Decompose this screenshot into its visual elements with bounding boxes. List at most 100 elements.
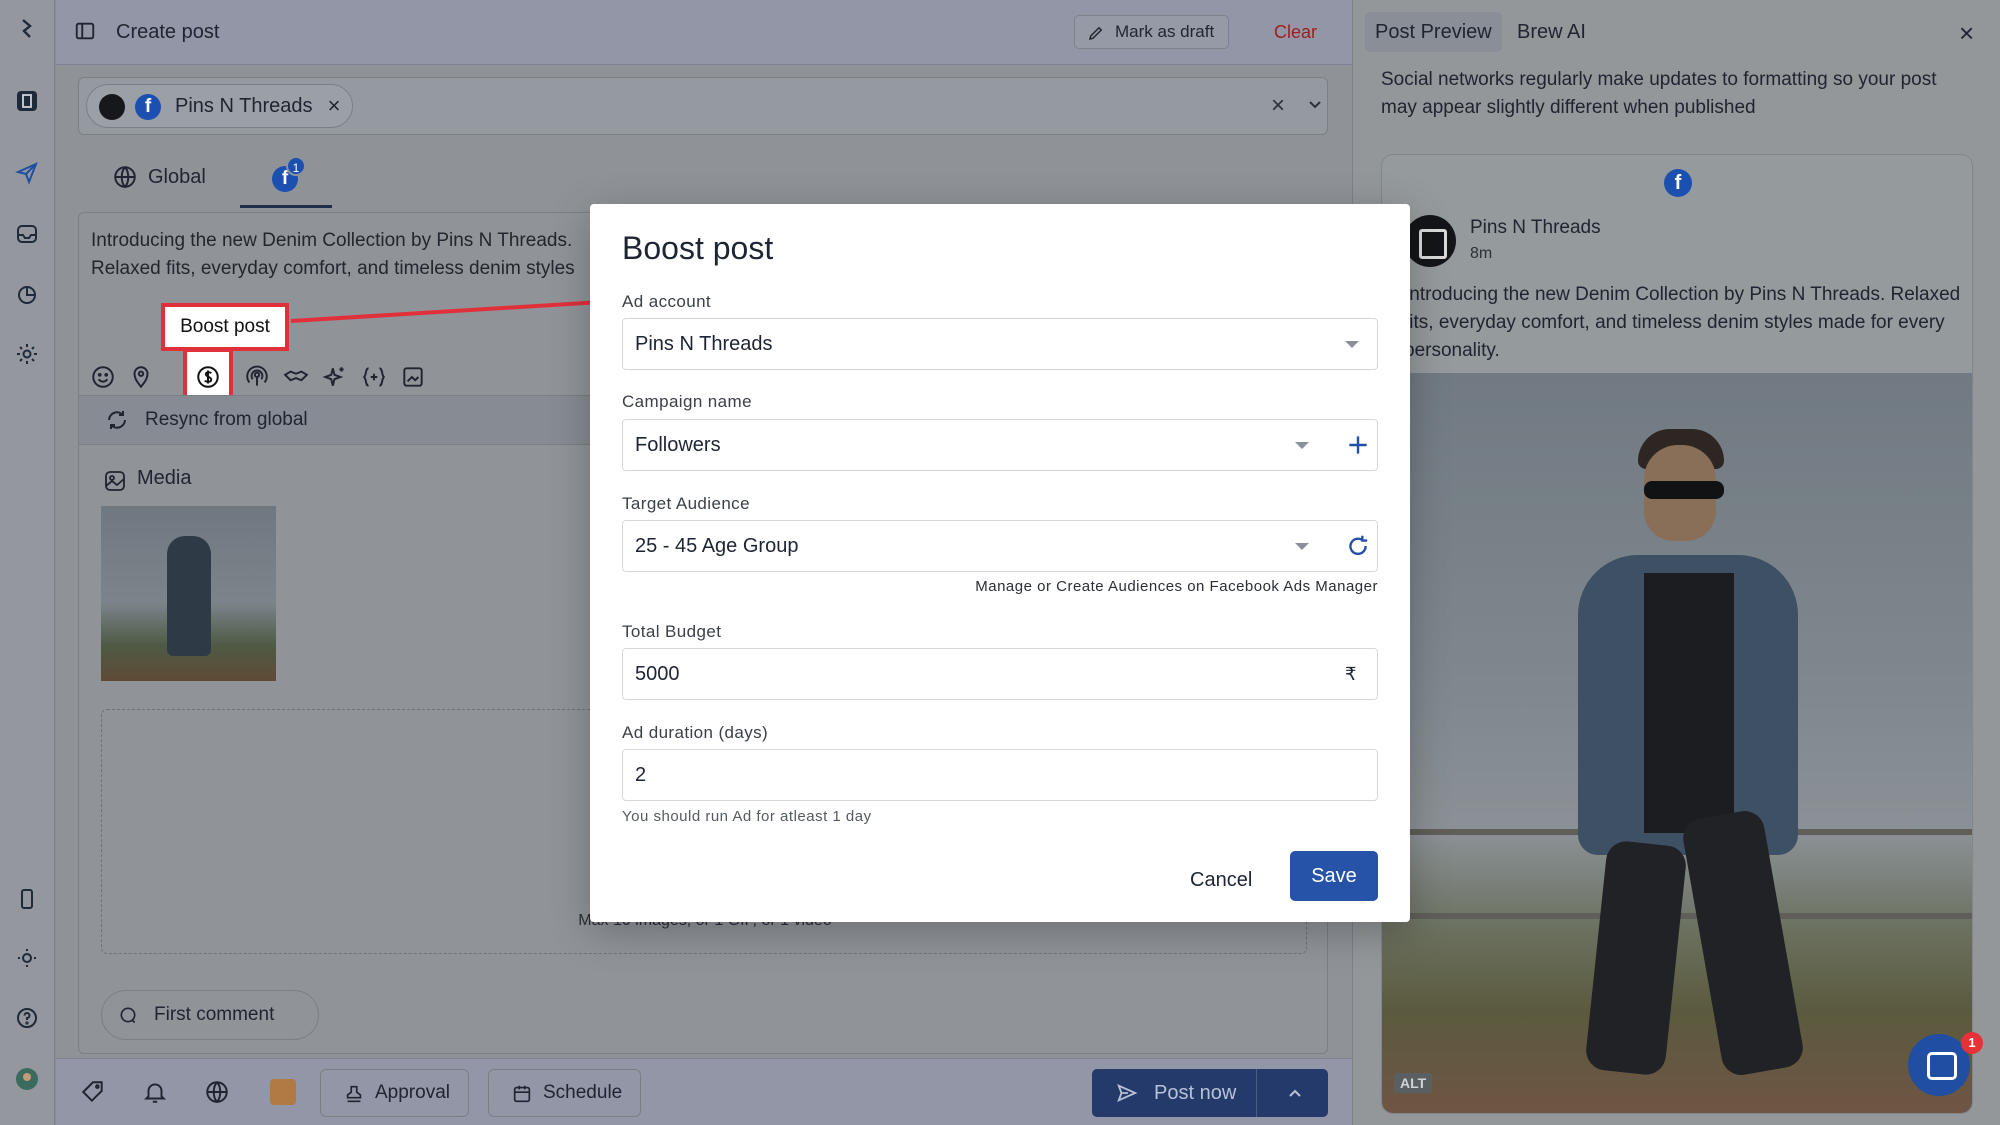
remove-account-icon[interactable]: × — [328, 85, 341, 127]
chevron-down-icon — [1295, 442, 1309, 449]
variables-icon[interactable] — [360, 363, 388, 391]
boost-dollar-icon[interactable] — [194, 363, 222, 391]
close-icon[interactable]: × — [1959, 18, 1974, 49]
post-text[interactable]: Introducing the new Denim Collection by … — [91, 227, 651, 283]
clear-accounts-icon[interactable]: × — [1271, 92, 1285, 120]
left-nav-rail — [0, 0, 55, 1125]
user-avatar[interactable] — [12, 1064, 42, 1094]
save-button[interactable]: Save — [1290, 851, 1378, 901]
tag-icon[interactable] — [80, 1079, 106, 1105]
sync-icon — [108, 411, 126, 429]
boost-post-modal: Boost post Ad account Pins N Threads Cam… — [590, 204, 1410, 922]
target-audience-select[interactable]: 25 - 45 Age Group — [622, 520, 1378, 572]
total-budget-value: 5000 — [635, 663, 680, 685]
location-icon[interactable] — [127, 363, 155, 391]
mark-as-draft-label: Mark as draft — [1115, 22, 1215, 41]
alt-text-badge[interactable]: ALT — [1394, 1073, 1433, 1093]
account-selector[interactable]: f Pins N Threads × × — [78, 77, 1328, 135]
account-chip[interactable]: f Pins N Threads × — [86, 84, 354, 128]
facebook-icon: f — [1664, 169, 1692, 197]
sidebar-toggle-icon[interactable] — [74, 20, 96, 42]
post-text-line: Introducing the new Denim Collection by … — [91, 230, 573, 251]
manage-audiences-link[interactable]: Manage or Create Audiences on Facebook A… — [622, 578, 1378, 595]
post-now-button[interactable]: Post now — [1092, 1069, 1328, 1117]
brand-book-icon[interactable] — [12, 86, 42, 116]
chat-unread-badge: 1 — [1961, 1032, 1983, 1054]
mobile-icon[interactable] — [12, 884, 42, 914]
globe-icon — [114, 166, 136, 189]
clear-button[interactable]: Clear — [1274, 22, 1317, 43]
color-label-swatch[interactable] — [270, 1079, 296, 1105]
total-budget-input[interactable]: 5000 ₹ — [622, 648, 1378, 700]
analytics-icon[interactable] — [12, 279, 42, 309]
podcast-icon[interactable] — [243, 363, 271, 391]
chevron-up-icon[interactable] — [1287, 1085, 1303, 1101]
mark-as-draft-button[interactable]: Mark as draft — [1074, 15, 1230, 49]
schedule-button[interactable]: Schedule — [488, 1069, 642, 1117]
total-budget-label: Total Budget — [622, 622, 722, 641]
post-preview-panel: Post Preview Brew AI × Social networks r… — [1352, 0, 2000, 1125]
preview-post-image: ALT — [1382, 373, 1972, 1113]
ad-duration-hint: You should run Ad for atleast 1 day — [622, 808, 872, 825]
ad-account-label: Ad account — [622, 292, 712, 311]
schedule-label: Schedule — [543, 1082, 623, 1103]
preview-note: Social networks regularly make updates t… — [1381, 69, 1937, 118]
globe-icon[interactable] — [204, 1079, 230, 1105]
facebook-icon: f — [135, 94, 161, 120]
boost-post-callout: Boost post — [161, 303, 289, 351]
theme-icon[interactable] — [12, 943, 42, 973]
button-divider — [1256, 1069, 1257, 1117]
campaign-name-value: Followers — [635, 434, 721, 456]
ad-account-select[interactable]: Pins N Threads — [622, 318, 1378, 370]
first-comment-label: First comment — [154, 1004, 275, 1025]
chevron-down-icon[interactable] — [1307, 96, 1323, 112]
resync-label: Resync from global — [145, 409, 308, 430]
approval-button[interactable]: Approval — [320, 1069, 469, 1117]
notification-bell-icon[interactable] — [142, 1079, 168, 1105]
media-label: Media — [137, 467, 192, 489]
page-name: Pins N Threads — [1470, 217, 1601, 238]
ad-account-value: Pins N Threads — [635, 333, 773, 355]
post-text-line: Relaxed fits, everyday comfort, and time… — [91, 258, 575, 279]
account-avatar — [99, 94, 125, 120]
tab-post-preview[interactable]: Post Preview — [1365, 12, 1502, 52]
modal-title: Boost post — [622, 230, 774, 266]
post-now-label: Post now — [1154, 1082, 1237, 1104]
app-logo-icon[interactable] — [12, 14, 42, 44]
send-icon[interactable] — [12, 158, 42, 188]
media-library-icon[interactable] — [399, 363, 427, 391]
add-campaign-icon[interactable] — [1345, 432, 1371, 458]
facebook-preview-card: f Pins N Threads 8m Introducing the new … — [1381, 154, 1973, 1114]
chevron-down-icon — [1345, 341, 1359, 348]
currency-symbol: ₹ — [1345, 664, 1357, 684]
ad-duration-label: Ad duration (days) — [622, 723, 769, 742]
page-title: Create post — [116, 20, 220, 43]
target-audience-value: 25 - 45 Age Group — [635, 535, 799, 557]
post-time: 8m — [1470, 245, 1493, 262]
tab-brew-ai[interactable]: Brew AI — [1517, 12, 1586, 52]
settings-icon[interactable] — [12, 339, 42, 369]
ad-duration-value: 2 — [635, 764, 647, 786]
campaign-name-select[interactable]: Followers — [622, 419, 1378, 471]
tab-global[interactable]: Global — [112, 166, 206, 189]
pencil-icon — [1088, 26, 1103, 41]
account-chip-label: Pins N Threads — [175, 95, 313, 117]
help-icon[interactable] — [12, 1003, 42, 1033]
page-avatar — [1404, 215, 1456, 267]
inbox-icon[interactable] — [12, 219, 42, 249]
target-audience-label: Target Audience — [622, 494, 750, 513]
image-icon — [105, 471, 125, 491]
ai-sparkle-icon[interactable] — [321, 363, 349, 391]
media-thumbnail[interactable] — [101, 506, 276, 681]
stamp-icon — [346, 1085, 362, 1103]
emoji-icon[interactable] — [89, 363, 117, 391]
tab-facebook[interactable]: f 1 — [240, 156, 332, 208]
editor-footer: Approval Schedule Post now — [56, 1058, 1352, 1125]
refresh-icon[interactable] — [1345, 533, 1371, 559]
cancel-button[interactable]: Cancel — [1180, 856, 1262, 904]
first-comment-button[interactable]: First comment — [101, 990, 319, 1040]
handshake-icon[interactable] — [282, 363, 310, 391]
calendar-icon — [513, 1085, 531, 1103]
preview-post-text: Introducing the new Denim Collection by … — [1404, 284, 1961, 361]
ad-duration-input[interactable]: 2 — [622, 749, 1378, 801]
